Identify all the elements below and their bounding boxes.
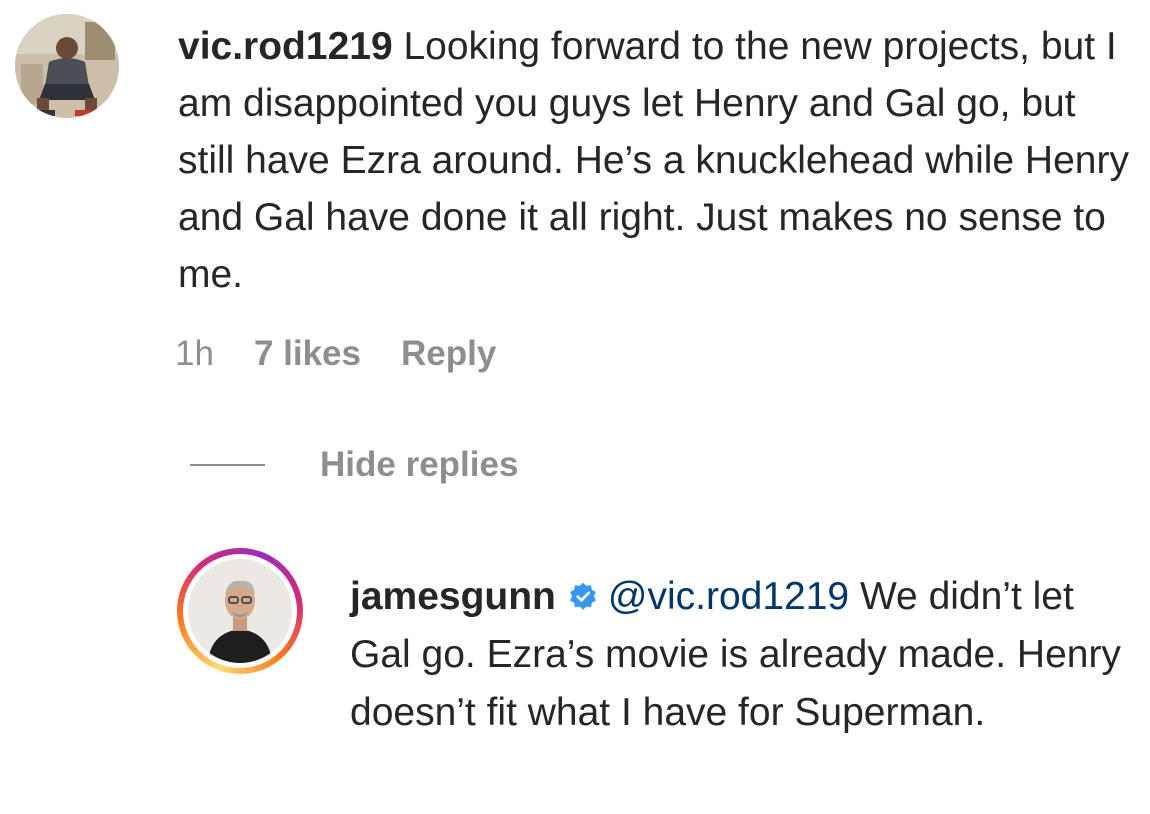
comment-meta: 1h 7 likes Reply [175,330,496,378]
verified-badge-icon [569,582,596,610]
comment-likes[interactable]: 7 likes [254,334,361,374]
hide-replies-toggle[interactable]: Hide replies [190,441,518,489]
avatar [188,559,292,663]
comment-timestamp[interactable]: 1h [175,334,214,374]
hide-replies-label[interactable]: Hide replies [320,445,518,485]
reply-username[interactable]: jamesgunn [350,575,556,618]
mention-link[interactable]: @vic.rod1219 [608,575,849,618]
story-ring[interactable] [177,548,303,674]
avatar[interactable] [15,14,119,118]
comment-body: vic.rod1219 Looking forward to the new p… [178,18,1138,303]
avatar-photo [188,559,292,663]
reply-body: jamesgunn @vic.rod1219 We didn’t let Gal… [350,568,1130,742]
reply-button[interactable]: Reply [401,334,496,374]
avatar-photo [15,14,119,118]
comment-username[interactable]: vic.rod1219 [178,25,393,68]
divider [190,464,265,466]
